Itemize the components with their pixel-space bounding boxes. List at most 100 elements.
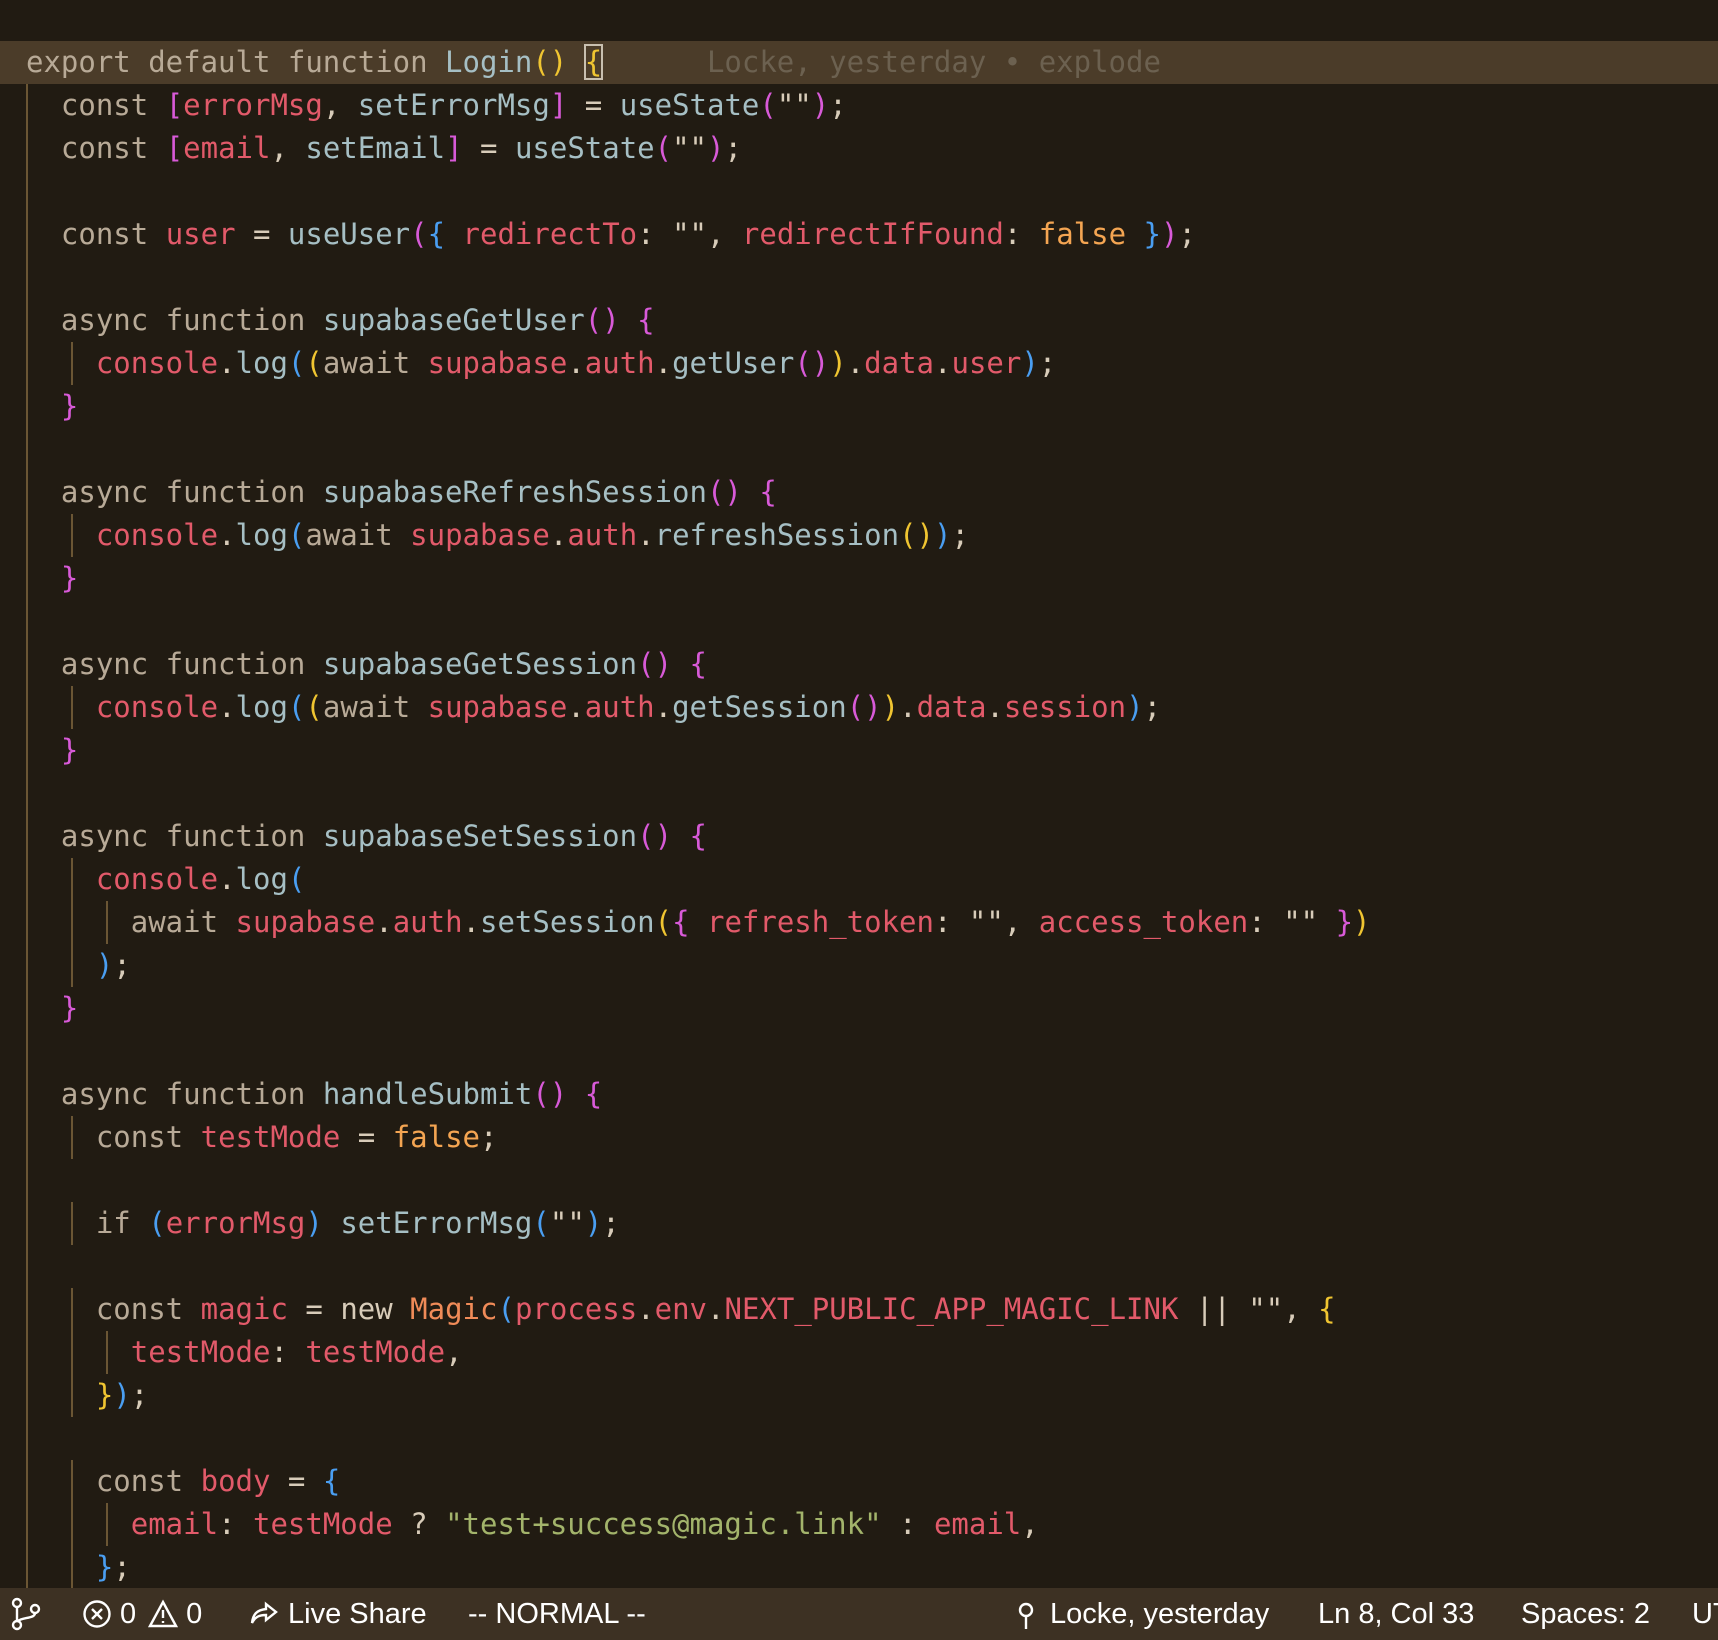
code-line[interactable]: console.log((await supabase.auth.getUser… <box>0 342 1718 385</box>
indent-guide <box>70 514 73 557</box>
code-token: body <box>200 1464 271 1498</box>
code-token: : <box>881 1507 934 1541</box>
code-line[interactable] <box>0 1245 1718 1288</box>
code-line[interactable]: } <box>0 385 1718 428</box>
code-line[interactable]: const [email, setEmail] = useState(""); <box>0 127 1718 170</box>
code-token: } <box>60 733 79 767</box>
text-cursor: { <box>583 44 604 80</box>
code-line[interactable] <box>0 1159 1718 1202</box>
code-line[interactable] <box>0 1030 1718 1073</box>
code-token: , <box>706 217 742 251</box>
code-token: () <box>706 475 742 509</box>
code-line[interactable]: } <box>0 729 1718 772</box>
code-line[interactable]: async function supabaseGetSession() { <box>0 643 1718 686</box>
code-line[interactable] <box>0 1417 1718 1460</box>
code-line[interactable]: }); <box>0 1374 1718 1417</box>
code-token: ( <box>532 1206 550 1240</box>
live-share-button[interactable]: Live Share <box>248 1588 427 1640</box>
code-token: auth <box>392 905 463 939</box>
code-token: ] <box>445 131 463 165</box>
code-token: "" <box>1248 1292 1284 1326</box>
code-line[interactable]: const user = useUser({ redirectTo: "", r… <box>0 213 1718 256</box>
indent-guide <box>105 901 108 944</box>
code-token: ( <box>287 518 306 552</box>
git-blame-status[interactable]: Locke, yesterday <box>1014 1588 1269 1640</box>
code-line[interactable]: ); <box>0 944 1718 987</box>
status-bar: 0 0 Live Share -- NORMAL -- Locke, yeste… <box>0 1588 1718 1640</box>
code-token: , <box>322 88 358 122</box>
code-line[interactable]: testMode: testMode, <box>0 1331 1718 1374</box>
code-token: [ <box>165 88 184 122</box>
code-token: log <box>235 690 288 724</box>
code-token: { <box>1318 1292 1336 1326</box>
code-token: supabaseRefreshSession <box>322 475 707 509</box>
code-token: setSession <box>480 905 655 939</box>
indent-guide <box>70 901 73 944</box>
indentation[interactable]: Spaces: 2 <box>1521 1588 1650 1640</box>
code-token: } <box>1126 217 1161 251</box>
code-token: () <box>899 518 934 552</box>
code-token: supabaseGetSession <box>322 647 638 681</box>
cursor-position[interactable]: Ln 8, Col 33 <box>1318 1588 1474 1640</box>
code-line[interactable]: async function supabaseRefreshSession() … <box>0 471 1718 514</box>
code-token: redirectIfFound <box>741 217 1004 251</box>
code-token: testMode <box>130 1335 271 1369</box>
code-line[interactable]: console.log((await supabase.auth.getSess… <box>0 686 1718 729</box>
code-token: ) <box>95 948 114 982</box>
code-token: redirectTo <box>462 217 638 251</box>
code-token: "" <box>968 905 1004 939</box>
code-token: supabaseGetUser <box>322 303 585 337</box>
code-token: console <box>95 862 219 896</box>
code-line[interactable]: async function supabaseSetSession() { <box>0 815 1718 858</box>
source-control-icon[interactable] <box>10 1588 42 1640</box>
code-line[interactable]: if (errorMsg) setErrorMsg(""); <box>0 1202 1718 1245</box>
code-token: ( <box>654 905 673 939</box>
code-line[interactable]: const [errorMsg, setErrorMsg] = useState… <box>0 84 1718 127</box>
code-token: setEmail <box>305 131 446 165</box>
code-token: Magic <box>410 1292 498 1326</box>
code-token: supabase <box>235 905 376 939</box>
code-line[interactable]: await supabase.auth.setSession({ refresh… <box>0 901 1718 944</box>
code-token: const <box>95 1120 201 1154</box>
code-token: ; <box>602 1206 620 1240</box>
code-line[interactable]: const body = { <box>0 1460 1718 1503</box>
code-line[interactable] <box>0 170 1718 213</box>
code-token: : <box>270 1335 306 1369</box>
code-token: , <box>1003 905 1039 939</box>
code-line[interactable]: email: testMode ? "test+success@magic.li… <box>0 1503 1718 1546</box>
encoding[interactable]: UT <box>1692 1588 1718 1640</box>
code-line[interactable]: console.log(await supabase.auth.refreshS… <box>0 514 1718 557</box>
problems-indicator[interactable]: 0 0 <box>82 1588 202 1640</box>
code-token: ; <box>1178 217 1196 251</box>
code-line[interactable]: console.log( <box>0 858 1718 901</box>
code-token: } <box>1335 905 1354 939</box>
code-token: ; <box>1038 346 1057 380</box>
code-line[interactable] <box>0 772 1718 815</box>
code-line-current[interactable]: export default function Login() { Locke,… <box>0 41 1718 84</box>
code-token: . <box>637 518 655 552</box>
indent-guide <box>70 1503 73 1546</box>
code-token: async function <box>60 1077 323 1111</box>
code-line[interactable] <box>0 428 1718 471</box>
indent-guide <box>70 1331 73 1374</box>
code-line[interactable]: }; <box>0 1546 1718 1588</box>
code-editor[interactable]: export default function Login() { Locke,… <box>0 0 1718 1588</box>
code-line[interactable] <box>0 256 1718 299</box>
code-line[interactable]: const testMode = false; <box>0 1116 1718 1159</box>
code-token: . <box>218 346 236 380</box>
code-token: , <box>270 131 306 165</box>
code-token: [ <box>165 131 184 165</box>
code-token: ? <box>392 1507 446 1541</box>
code-token: { <box>689 647 707 681</box>
code-line[interactable]: async function handleSubmit() { <box>0 1073 1718 1116</box>
code-line[interactable]: const magic = new Magic(process.env.NEXT… <box>0 1288 1718 1331</box>
code-line[interactable]: } <box>0 557 1718 600</box>
code-token: const <box>60 131 166 165</box>
code-line[interactable]: } <box>0 987 1718 1030</box>
code-line[interactable]: async function supabaseGetUser() { <box>0 299 1718 342</box>
code-token: ) <box>933 518 952 552</box>
indent-guide <box>70 1460 73 1503</box>
code-line[interactable] <box>0 600 1718 643</box>
inline-git-blame: Locke, yesterday • explode <box>602 45 1161 79</box>
